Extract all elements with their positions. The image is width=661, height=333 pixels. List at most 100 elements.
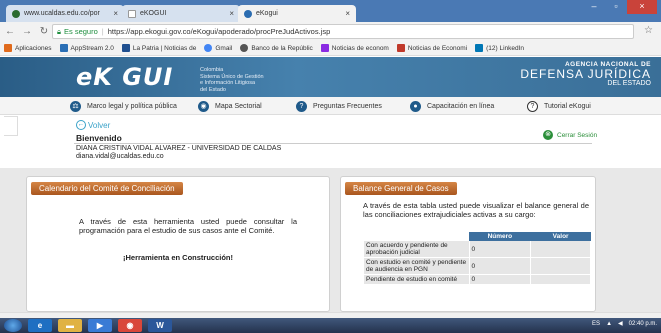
windows-start-icon[interactable] <box>4 319 22 332</box>
balance-table: Número Valor Con acuerdo y pendiente de … <box>363 232 591 285</box>
minimize-icon[interactable]: – <box>583 0 605 14</box>
tab-ekogui-1[interactable]: eKOGUI × <box>122 5 240 22</box>
back-arrow-icon[interactable]: ← <box>3 26 17 37</box>
balance-panel: Balance General de Casos A través de est… <box>340 176 596 312</box>
bookmarks-bar: Aplicaciones AppStream 2.0 La Patria | N… <box>0 41 661 56</box>
window-controls: – ▫ × <box>583 0 657 14</box>
url-text: https://app.ekogui.gov.co/eKogui/apodera… <box>107 27 331 36</box>
url-input[interactable]: 🔒︎ Es seguro | https://app.ekogui.gov.co… <box>52 24 634 39</box>
internet-explorer-icon[interactable]: e <box>28 319 52 332</box>
main-menu: ⚖ Marco legal y política pública ◉ Mapa … <box>0 97 661 115</box>
reload-icon[interactable]: ↻ <box>37 26 51 37</box>
bookmark-label: Noticias de econom <box>331 44 389 52</box>
lapatria-icon <box>121 44 130 52</box>
file-explorer-icon[interactable]: ▬ <box>58 319 82 332</box>
side-panel-tab[interactable] <box>4 116 18 136</box>
user-email: diana.vidal@ucaldas.edu.co <box>76 153 164 160</box>
ucaldas-favicon-icon <box>12 9 20 18</box>
chrome-icon[interactable]: ◉ <box>118 319 142 332</box>
lock-icon: 🔒︎ <box>57 26 61 36</box>
agency-logo: AGENCIA NACIONAL DE DEFENSA JURÍDICA DEL… <box>520 61 651 87</box>
word-icon[interactable]: W <box>148 319 172 332</box>
maximize-icon[interactable]: ▫ <box>605 0 627 14</box>
bookmark-label: Noticias de Economi <box>407 44 468 52</box>
bookmark-label: Gmail <box>215 44 233 52</box>
forward-arrow-icon[interactable]: → <box>20 26 34 37</box>
bookmark-noticias-2[interactable]: Noticias de Economi <box>396 44 468 52</box>
clock[interactable]: 02:40 p.m. <box>629 321 657 327</box>
tab-close-icon[interactable]: × <box>229 9 234 18</box>
welcome-heading: Bienvenido <box>76 133 122 143</box>
secure-label: Es seguro <box>64 27 98 36</box>
bookmark-label: Banco de la Repúblic <box>251 44 313 52</box>
dashboard-area: Calendario del Comité de Conciliación A … <box>0 168 661 312</box>
bookmark-label: La Patria | Noticias de <box>132 44 197 52</box>
bookmark-linkedin[interactable]: (12) LinkedIn <box>475 44 524 52</box>
menu-item-preguntas[interactable]: ? Preguntas Frecuentes <box>296 101 382 112</box>
back-arrow-icon: ← <box>76 120 86 130</box>
menu-item-capacitacion[interactable]: ● Capacitación en línea <box>410 101 494 112</box>
tab-ucaldas[interactable]: www.ucaldas.edu.co/por × <box>6 5 124 22</box>
tab-label: www.ucaldas.edu.co/por <box>24 10 100 17</box>
faq-icon: ? <box>296 101 307 112</box>
bookmark-gmail[interactable]: Gmail <box>204 44 232 52</box>
url-separator: | <box>101 27 104 36</box>
ekogui-logo[interactable]: eK GUI <box>76 63 173 91</box>
bookmark-lapatria[interactable]: La Patria | Noticias de <box>121 44 197 52</box>
training-icon: ● <box>410 101 421 112</box>
scale-icon: ⚖ <box>70 101 81 112</box>
bookmark-label: Aplicaciones <box>15 44 52 52</box>
map-icon: ◉ <box>198 101 209 112</box>
user-name: DIANA CRISTINA VIDAL ALVAREZ - UNIVERSID… <box>76 145 282 152</box>
menu-item-tutorial[interactable]: ? Tutorial eKogui <box>527 101 591 112</box>
balance-panel-title: Balance General de Casos <box>345 182 457 195</box>
logout-icon: ⊗ <box>543 130 553 140</box>
site-banner: eK GUI Colombia Sistema Único de Gestión… <box>0 57 661 97</box>
os-taskbar: e ▬ ▶ ◉ W ES ▲ ◀ 02:40 p.m. <box>0 318 661 333</box>
table-row: Con acuerdo y pendiente de aprobación ju… <box>363 240 591 258</box>
tab-close-icon[interactable]: × <box>345 9 350 18</box>
divider <box>74 143 592 144</box>
appstream-icon <box>59 44 68 52</box>
media-player-icon[interactable]: ▶ <box>88 319 112 332</box>
volume-icon[interactable]: ◀ <box>618 320 623 327</box>
help-icon: ? <box>527 101 538 112</box>
ekogui-favicon-icon <box>244 9 252 18</box>
logout-button[interactable]: ⊗ Cerrar Sesión <box>543 130 597 140</box>
tab-label: eKogui <box>256 10 278 17</box>
browser-tab-bar: www.ucaldas.edu.co/por × eKOGUI × eKogui… <box>0 0 661 22</box>
back-link[interactable]: ← Volver <box>76 120 110 130</box>
column-header-numero: Número <box>468 232 532 241</box>
bookmark-appstream[interactable]: AppStream 2.0 <box>59 44 114 52</box>
tab-ekogui-active[interactable]: eKogui × <box>238 5 356 22</box>
p-icon <box>320 44 329 52</box>
bookmark-noticias-1[interactable]: Noticias de econom <box>320 44 389 52</box>
banco-icon <box>240 44 249 52</box>
logo-subtitle: Colombia Sistema Único de Gestión e Info… <box>200 67 264 93</box>
linkedin-icon <box>475 44 484 52</box>
language-indicator[interactable]: ES <box>592 321 600 327</box>
menu-item-mapa-sectorial[interactable]: ◉ Mapa Sectorial <box>198 101 262 112</box>
address-bar: ← → ↻ 🔒︎ Es seguro | https://app.ekogui.… <box>0 22 661 41</box>
close-window-icon[interactable]: × <box>627 0 657 14</box>
calendar-panel: Calendario del Comité de Conciliación A … <box>26 176 330 312</box>
calendar-panel-title: Calendario del Comité de Conciliación <box>31 182 183 195</box>
bookmark-banco[interactable]: Banco de la Repúblic <box>240 44 313 52</box>
construction-notice: ¡Herramienta en Construcción! <box>122 253 234 262</box>
calendar-panel-text: A través de esta herramienta usted puede… <box>79 217 297 235</box>
table-row: Con estudio en comité y pendiente de aud… <box>363 257 591 275</box>
bookmark-star-icon[interactable]: ☆ <box>644 25 653 36</box>
bookmark-label: (12) LinkedIn <box>486 44 525 52</box>
tab-close-icon[interactable]: × <box>113 9 118 18</box>
balance-panel-text: A través de esta tabla usted puede visua… <box>363 201 589 219</box>
page-favicon-icon <box>128 9 136 18</box>
news-icon <box>396 44 405 52</box>
network-icon[interactable]: ▲ <box>606 321 612 327</box>
bookmark-apps[interactable]: Aplicaciones <box>4 44 52 52</box>
google-icon <box>204 44 213 52</box>
system-tray: ES ▲ ◀ 02:40 p.m. <box>586 320 657 328</box>
column-header-valor: Valor <box>530 232 591 241</box>
table-row: Pendiente de estudio en comité 0 <box>363 274 591 285</box>
bookmark-label: AppStream 2.0 <box>70 44 114 52</box>
menu-item-marco-legal[interactable]: ⚖ Marco legal y política pública <box>70 101 177 112</box>
